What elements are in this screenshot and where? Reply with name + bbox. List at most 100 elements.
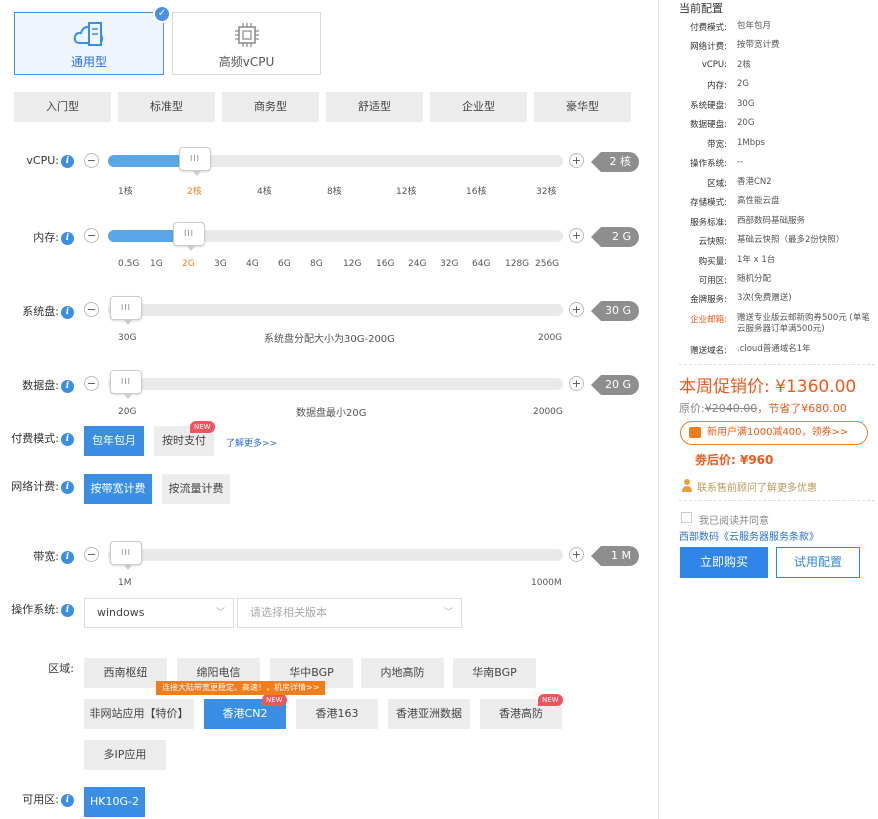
spec-value: 高性能云盘 [737, 196, 780, 206]
system-disk-max: 200G [538, 333, 563, 343]
info-icon[interactable]: i [61, 480, 74, 494]
system-disk-label-text: 系统盘: [22, 305, 59, 318]
info-icon[interactable]: i [61, 603, 74, 617]
bandwidth-plus-button[interactable]: + [569, 547, 584, 562]
system-disk-value-tag: 30 G [591, 301, 639, 321]
spec-value: 30G [737, 99, 755, 109]
region-option[interactable]: 香港亚洲数据 [388, 699, 470, 729]
tier-business[interactable]: 商务型 [222, 92, 319, 122]
spec-key: 带宽: [707, 140, 727, 150]
system-disk-slider-track[interactable] [108, 304, 563, 316]
vcpu-value-tag: 2 核 [591, 152, 639, 172]
network-traffic-button[interactable]: 按流量计费 [162, 474, 230, 504]
type-label: 通用型 [70, 55, 107, 69]
vcpu-plus-button[interactable]: + [569, 153, 584, 168]
info-icon[interactable]: i [61, 793, 74, 807]
memory-slider-handle[interactable]: III [173, 222, 205, 251]
data-disk-minus-button[interactable]: − [84, 376, 99, 391]
system-disk-minus-button[interactable]: − [84, 302, 99, 317]
spec-value: 随机分配 [737, 274, 772, 284]
memory-tick: 8G [310, 259, 323, 269]
spec-key: 区域: [707, 179, 727, 189]
type-label: 高频vCPU [218, 55, 275, 69]
spec-key: 金牌服务: [690, 295, 727, 305]
vcpu-tick: 1核 [118, 187, 133, 197]
new-badge: NEW [538, 694, 563, 706]
vcpu-slider-handle[interactable]: III [179, 147, 211, 176]
promo-price: 本周促销价: ¥1360.00 [679, 377, 857, 397]
spec-key: vCPU: [701, 60, 727, 70]
memory-tick: 1G [150, 259, 163, 269]
cpu-chip-icon [234, 23, 259, 47]
tier-standard[interactable]: 标准型 [118, 92, 215, 122]
agree-checkbox[interactable] [681, 512, 692, 523]
spec-value: 西部数码基础服务 [737, 216, 806, 226]
spec-value: 基础云快照（最多2份快照） [737, 235, 845, 245]
network-label-text: 网络计费: [11, 480, 59, 493]
region-label: 区域: [48, 662, 74, 675]
terms-link[interactable]: 西部数码《云服务器服务条款》 [679, 528, 819, 543]
bandwidth-minus-button[interactable]: − [84, 547, 99, 562]
coupon-button[interactable]: 新用户满1000减400，领券>> [680, 421, 868, 445]
tier-comfort[interactable]: 舒适型 [326, 92, 423, 122]
memory-tick: 6G [278, 259, 291, 269]
type-card-highfreq[interactable]: 高频vCPU [172, 12, 321, 75]
chevron-down-icon: ﹀ [215, 608, 225, 618]
system-disk-plus-button[interactable]: + [569, 302, 584, 317]
system-disk-min: 30G [118, 333, 137, 343]
spec-key: 可用区: [698, 276, 727, 286]
data-disk-note: 数据盘最小20G [296, 408, 367, 419]
memory-plus-button[interactable]: + [569, 228, 584, 243]
data-disk-label-text: 数据盘: [22, 379, 59, 392]
spec-value: 1Mbps [737, 138, 765, 148]
divider [679, 364, 875, 365]
memory-tick: 12G [343, 259, 362, 269]
network-bandwidth-button[interactable]: 按带宽计费 [84, 474, 152, 504]
os-select[interactable]: windows ﹀ [84, 598, 234, 628]
region-option[interactable]: 华南BGP [453, 658, 536, 688]
data-disk-slider-handle[interactable]: III [110, 370, 142, 399]
system-disk-slider-handle[interactable]: III [110, 296, 142, 325]
billing-monthly-button[interactable]: 包年包月 [84, 426, 144, 456]
info-icon[interactable]: i [61, 432, 74, 446]
info-icon[interactable]: i [61, 550, 74, 564]
spec-key: 云快照: [698, 237, 727, 247]
trial-config-button[interactable]: 试用配置 [776, 547, 860, 578]
bandwidth-slider-track[interactable] [108, 549, 563, 561]
memory-tick: 4G [246, 259, 259, 269]
summary-panel: 当前配置 付费模式: 包年包月 网络计费: 按带宽计费 vCPU: 2核 内存: 2G 系统硬盘… [658, 0, 878, 819]
memory-tick: 2G [182, 259, 195, 269]
info-icon[interactable]: i [61, 154, 74, 168]
data-disk-max: 2000G [533, 407, 563, 417]
agree-label: 我已阅读并同意 [699, 516, 769, 527]
region-option[interactable]: 香港163 [296, 699, 378, 729]
tier-enterprise[interactable]: 企业型 [430, 92, 527, 122]
tier-luxury[interactable]: 豪华型 [534, 92, 631, 122]
info-icon[interactable]: i [61, 379, 74, 393]
region-option[interactable]: 多IP应用 [84, 740, 166, 770]
memory-tick: 24G [408, 259, 427, 269]
region-option[interactable]: 非网站应用【特价】 [84, 699, 194, 729]
vcpu-minus-button[interactable]: − [84, 153, 99, 168]
data-disk-plus-button[interactable]: + [569, 376, 584, 391]
region-promo-tip[interactable]: 连接大陆带宽更稳定、高速！，机房详情>> [156, 681, 326, 695]
os-version-select[interactable]: 请选择相关版本 ﹀ [237, 598, 462, 628]
config-panel: 通用型 ✓ 高频vCPU 入门型 标准型 商务型 舒适型 企业型 豪华型 vCP… [0, 0, 658, 819]
bandwidth-max: 1000M [531, 578, 562, 588]
consult-link[interactable]: 联系售前顾问了解更多优惠 [697, 479, 817, 494]
region-option[interactable]: 西南枢纽 [84, 658, 167, 688]
data-disk-slider-track[interactable] [108, 378, 563, 390]
learn-more-link[interactable]: 了解更多>> [226, 436, 277, 449]
memory-minus-button[interactable]: − [84, 228, 99, 243]
buy-now-button[interactable]: 立即购买 [680, 547, 768, 578]
region-option[interactable]: 内地高防 [361, 658, 444, 688]
bandwidth-slider-handle[interactable]: III [110, 541, 142, 570]
zone-option[interactable]: HK10G-2 [84, 787, 145, 817]
tier-entry[interactable]: 入门型 [14, 92, 111, 122]
info-icon[interactable]: i [61, 231, 74, 245]
info-icon[interactable]: i [61, 305, 74, 319]
bandwidth-label-text: 带宽: [33, 550, 59, 563]
vcpu-tick: 8核 [327, 187, 342, 197]
type-card-general[interactable]: 通用型 ✓ [14, 5, 171, 75]
purchase-page: 通用型 ✓ 高频vCPU 入门型 标准型 商务型 舒适型 企业型 豪华型 vCP… [0, 0, 878, 819]
